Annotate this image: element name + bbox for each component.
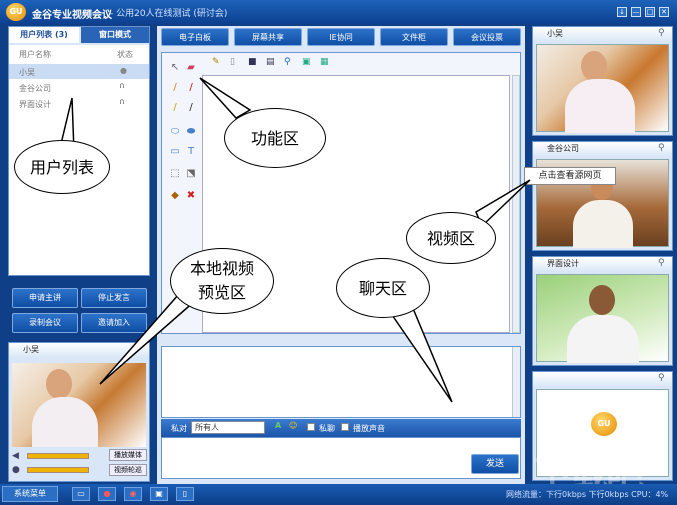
status-bar: 系统菜单 ▭ ● ◉ ▣ ▯ 网络流量：下行0kbps 下行0kbps CPU：… [0,484,677,505]
callout-chat: 聊天区 [336,258,430,318]
callout-local-preview: 本地视频 预览区 [170,248,274,314]
system-menu-button[interactable]: 系统菜单 [2,486,58,502]
camera-icon[interactable]: ◉ [124,487,142,501]
screen-icon[interactable]: ▭ [72,487,90,501]
callout-video: 视频区 [406,212,496,264]
callout-user-list: 用户列表 [14,140,110,194]
callout-local-preview-line1: 本地视频 [189,259,254,278]
book-icon[interactable]: ▯ [176,487,194,501]
callout-local-preview-line2: 预览区 [197,283,246,302]
network-traffic: 网络流量：下行0kbps 下行0kbps CPU：4% [506,490,669,499]
callout-function: 功能区 [224,108,326,168]
callout-pointers [59,77,531,403]
lock-icon[interactable]: ▣ [150,487,168,501]
mic-icon[interactable]: ● [98,487,116,501]
pointer-video [475,179,531,228]
pointer-chat [388,305,453,403]
pointer-function [199,77,252,119]
